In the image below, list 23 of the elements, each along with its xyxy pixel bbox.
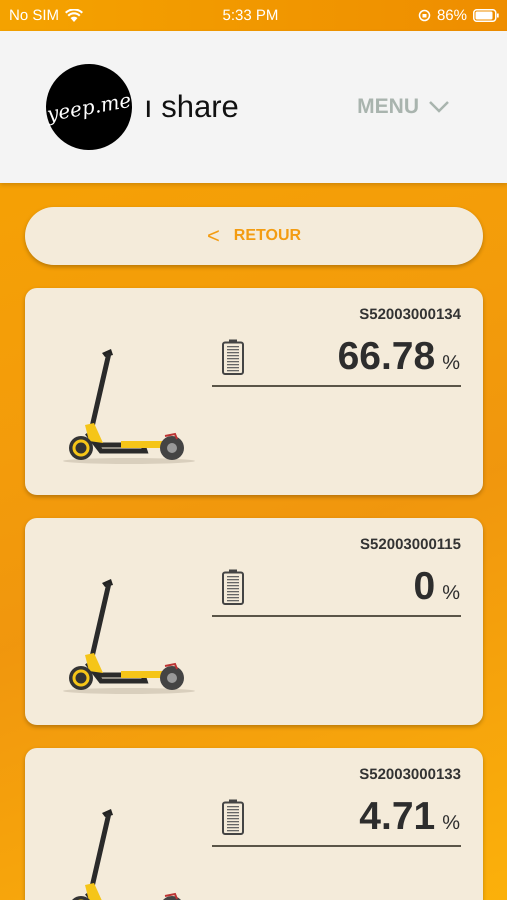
battery-icon	[222, 339, 244, 375]
percent-unit: %	[442, 352, 460, 375]
battery-icon	[222, 569, 244, 605]
scooter-card[interactable]: S52003000133 4.71 %	[25, 748, 483, 900]
wifi-icon	[65, 9, 84, 22]
chevron-down-icon	[429, 101, 449, 113]
charge-value: 66.78	[338, 335, 436, 379]
battery-percent: 86%	[436, 7, 467, 24]
scooter-id: S52003000115	[360, 536, 461, 553]
battery-icon	[222, 799, 244, 835]
charge-value: 4.71	[359, 795, 436, 839]
rotation-lock-icon	[418, 9, 431, 22]
clock-time: 5:33 PM	[222, 7, 278, 24]
app-title: ı share	[144, 89, 240, 125]
charge-value: 0	[414, 565, 436, 609]
carrier-label: No SIM	[9, 7, 60, 24]
scooter-id: S52003000133	[359, 766, 461, 783]
scooter-card[interactable]: S52003000115 0 %	[25, 518, 483, 725]
scooter-id: S52003000134	[359, 306, 461, 323]
scooter-card[interactable]: S52003000134 66.78 %	[25, 288, 483, 495]
battery-icon	[472, 9, 499, 22]
percent-unit: %	[442, 812, 460, 835]
percent-unit: %	[442, 582, 460, 605]
